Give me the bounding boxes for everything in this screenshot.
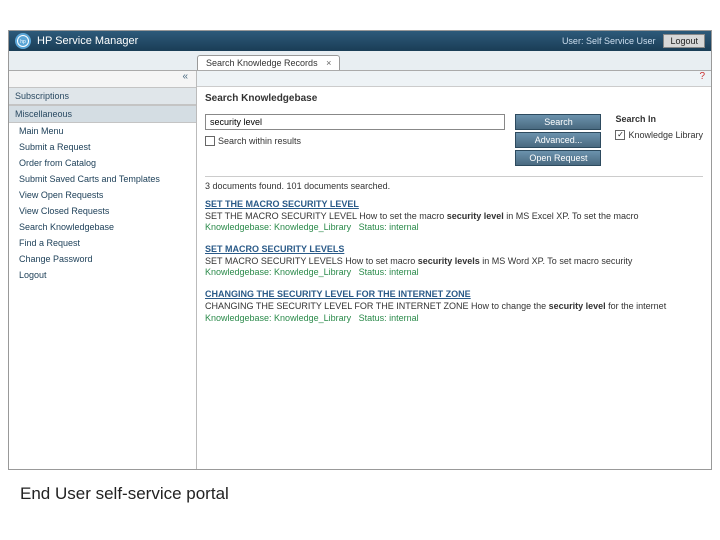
knowledge-library-label: Knowledge Library: [628, 130, 703, 140]
sidebar-item-find-request[interactable]: Find a Request: [9, 235, 196, 251]
knowledge-library-checkbox[interactable]: [615, 130, 625, 140]
result-meta: Knowledgebase: Knowledge_Library Status:…: [205, 222, 703, 234]
result-meta: Knowledgebase: Knowledge_Library Status:…: [205, 267, 703, 279]
logout-button[interactable]: Logout: [663, 34, 705, 48]
slide-caption: End User self-service portal: [0, 470, 720, 518]
results-list: SET THE MACRO SECURITY LEVELSET THE MACR…: [205, 199, 703, 324]
sidebar-item-change-password[interactable]: Change Password: [9, 251, 196, 267]
content-toolbar: ?: [197, 71, 711, 87]
app-header: hp HP Service Manager User: Self Service…: [9, 31, 711, 51]
app-window: hp HP Service Manager User: Self Service…: [8, 30, 712, 470]
sidebar-item-order-catalog[interactable]: Order from Catalog: [9, 155, 196, 171]
sidebar-section-miscellaneous[interactable]: Miscellaneous: [9, 105, 196, 123]
divider: [205, 176, 703, 177]
main-panel: ? Search Knowledgebase Search within res…: [197, 71, 711, 469]
result-snippet: SET MACRO SECURITY LEVELS How to set mac…: [205, 256, 703, 268]
sidebar-item-search-kb[interactable]: Search Knowledgebase: [9, 219, 196, 235]
result-title[interactable]: SET THE MACRO SECURITY LEVEL: [205, 199, 703, 211]
sidebar-item-saved-carts[interactable]: Submit Saved Carts and Templates: [9, 171, 196, 187]
help-icon[interactable]: ?: [699, 71, 705, 82]
app-title: HP Service Manager: [37, 35, 138, 47]
result-item: SET MACRO SECURITY LEVELSSET MACRO SECUR…: [205, 244, 703, 279]
result-meta: Knowledgebase: Knowledge_Library Status:…: [205, 313, 703, 325]
result-item: SET THE MACRO SECURITY LEVELSET THE MACR…: [205, 199, 703, 234]
sidebar-item-main-menu[interactable]: Main Menu: [9, 123, 196, 139]
result-item: CHANGING THE SECURITY LEVEL FOR THE INTE…: [205, 289, 703, 324]
search-input[interactable]: [205, 114, 505, 130]
tab-bar: Search Knowledge Records ×: [9, 51, 711, 71]
sidebar-item-logout[interactable]: Logout: [9, 267, 196, 283]
search-in-label: Search In: [615, 114, 703, 124]
sidebar-section-subscriptions[interactable]: Subscriptions: [9, 87, 196, 105]
result-title[interactable]: SET MACRO SECURITY LEVELS: [205, 244, 703, 256]
sidebar-item-closed-requests[interactable]: View Closed Requests: [9, 203, 196, 219]
sidebar-menu: Main Menu Submit a Request Order from Ca…: [9, 123, 196, 469]
tab-search-knowledge[interactable]: Search Knowledge Records ×: [197, 55, 340, 70]
page-title: Search Knowledgebase: [205, 93, 703, 104]
search-button[interactable]: Search: [515, 114, 601, 130]
svg-text:hp: hp: [20, 39, 26, 45]
advanced-button[interactable]: Advanced...: [515, 132, 601, 148]
result-snippet: SET THE MACRO SECURITY LEVEL How to set …: [205, 211, 703, 223]
search-within-label: Search within results: [218, 136, 301, 146]
hp-logo-icon: hp: [15, 33, 31, 49]
results-summary: 3 documents found. 101 documents searche…: [205, 181, 703, 191]
result-snippet: CHANGING THE SECURITY LEVEL FOR THE INTE…: [205, 301, 703, 313]
tab-label: Search Knowledge Records: [206, 58, 318, 68]
sidebar: « Subscriptions Miscellaneous Main Menu …: [9, 71, 197, 469]
sidebar-item-open-requests[interactable]: View Open Requests: [9, 187, 196, 203]
close-icon[interactable]: ×: [326, 58, 331, 68]
result-title[interactable]: CHANGING THE SECURITY LEVEL FOR THE INTE…: [205, 289, 703, 301]
search-within-checkbox[interactable]: [205, 136, 215, 146]
user-label: User: Self Service User: [562, 36, 656, 46]
collapse-sidebar-icon[interactable]: «: [9, 71, 196, 87]
open-request-button[interactable]: Open Request: [515, 150, 601, 166]
sidebar-item-submit-request[interactable]: Submit a Request: [9, 139, 196, 155]
